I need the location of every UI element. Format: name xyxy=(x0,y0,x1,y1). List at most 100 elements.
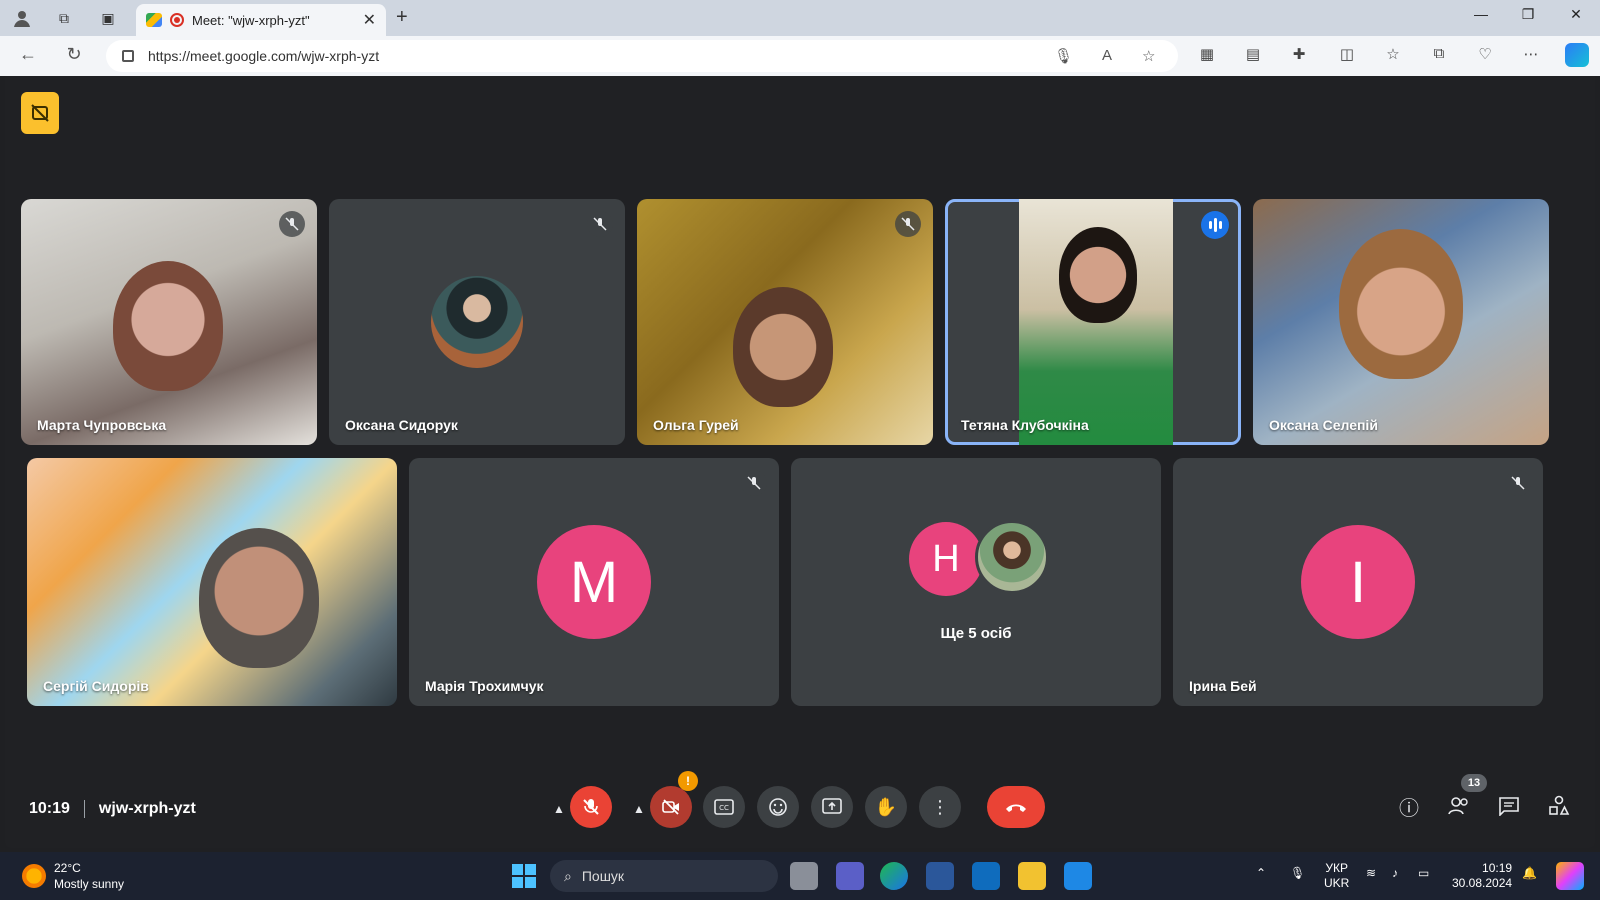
participant-name: Оксана Сидорук xyxy=(345,417,458,433)
profile-icon[interactable] xyxy=(10,6,34,30)
extension-2-icon[interactable]: ▤ xyxy=(1242,45,1264,67)
activities-icon[interactable] xyxy=(1545,792,1573,820)
participant-name: Сергій Сидорів xyxy=(43,678,149,694)
participant-tile[interactable]: Ольга Гурей xyxy=(637,199,933,445)
address-bar[interactable]: https://meet.google.com/wjw-xrph-yzt 🎙 A… xyxy=(106,40,1178,72)
windows-start-icon[interactable] xyxy=(512,864,536,888)
camera-alert-badge: ! xyxy=(678,771,698,791)
language-indicator[interactable]: УКР UKR xyxy=(1324,861,1349,891)
participant-tile[interactable]: М Марія Трохимчук xyxy=(409,458,779,706)
captions-icon: CC xyxy=(714,799,734,815)
participant-tile[interactable]: І Ірина Бей xyxy=(1173,458,1543,706)
leave-call-button[interactable] xyxy=(987,786,1045,828)
split-screen-icon[interactable]: ◫ xyxy=(1336,45,1358,67)
speaking-indicator-icon xyxy=(1201,211,1229,239)
new-tab-button[interactable]: + xyxy=(396,6,408,29)
browser-tab-bar: ⧉ ▣ Meet: "wjw-xrph-yzt" ✕ + — ❐ ✕ xyxy=(0,0,1600,36)
participant-tile[interactable]: Оксана Селепій xyxy=(1253,199,1549,445)
audio-options-chevron-icon[interactable]: ▲ xyxy=(553,802,565,816)
back-icon[interactable]: ← xyxy=(16,44,40,65)
participant-tile[interactable]: Оксана Сидорук xyxy=(329,199,625,445)
windows-taskbar: 22°C Mostly sunny ⌕ Пошук ⌃ 🎙 УКР UKR ≋ … xyxy=(0,852,1600,900)
participant-tile-active-speaker[interactable]: Тетяна Клубочкіна xyxy=(945,199,1241,445)
wifi-icon[interactable]: ≋ xyxy=(1366,866,1376,881)
system-clock[interactable]: 10:19 30.08.2024 xyxy=(1452,861,1512,891)
present-screen-button[interactable] xyxy=(811,786,853,828)
participant-name: Марта Чупровська xyxy=(37,417,167,433)
recording-indicator-icon xyxy=(170,13,184,27)
show-hidden-icons-icon[interactable]: ⌃ xyxy=(1256,866,1266,881)
end-call-icon xyxy=(1006,804,1026,812)
video-options-chevron-icon[interactable]: ▲ xyxy=(633,802,645,816)
browser-essentials-icon[interactable]: ♡ xyxy=(1474,45,1496,67)
read-aloud-icon[interactable]: A xyxy=(1102,47,1112,64)
weather-widget[interactable]: 22°C Mostly sunny xyxy=(22,860,124,892)
close-window-icon[interactable]: ✕ xyxy=(1561,6,1591,23)
store-icon[interactable] xyxy=(1064,862,1092,890)
participant-tile[interactable]: Сергій Сидорів xyxy=(27,458,397,706)
meeting-info: 10:19 wjw-xrph-yzt xyxy=(29,800,196,818)
participant-initial-avatar: І xyxy=(1301,525,1415,639)
notification-bell-icon[interactable]: 🔔 xyxy=(1522,866,1537,881)
task-view-icon[interactable] xyxy=(790,862,818,890)
more-options-button[interactable]: ⋮ xyxy=(919,786,961,828)
edge-browser-icon[interactable] xyxy=(880,862,908,890)
participant-avatar xyxy=(431,276,523,368)
meet-stage: Марта Чупровська Оксана Сидорук Ольга Гу… xyxy=(5,76,1595,848)
participant-initial-avatar: М xyxy=(537,525,651,639)
favorite-star-icon[interactable]: ☆ xyxy=(1142,47,1155,65)
camera-toggle-button[interactable] xyxy=(650,786,692,828)
restore-icon[interactable]: ❐ xyxy=(1513,6,1543,23)
participant-name: Оксана Селепій xyxy=(1269,417,1378,433)
meeting-code: wjw-xrph-yzt xyxy=(98,800,196,817)
present-screen-icon xyxy=(822,798,842,814)
more-participants-tile[interactable]: Н Ще 5 осіб xyxy=(791,458,1161,706)
meeting-time: 10:19 xyxy=(29,800,70,817)
captions-button[interactable]: CC xyxy=(703,786,745,828)
extensions-puzzle-icon[interactable]: ✚ xyxy=(1288,45,1310,67)
extension-icon[interactable]: ▦ xyxy=(1196,45,1218,67)
microphone-off-icon xyxy=(583,799,599,815)
participant-avatar xyxy=(975,520,1049,594)
chat-icon[interactable] xyxy=(1495,792,1523,820)
workspaces-icon[interactable]: ⧉ xyxy=(52,6,76,30)
lock-icon xyxy=(122,50,134,62)
word-icon[interactable] xyxy=(926,862,954,890)
people-icon[interactable] xyxy=(1445,792,1473,820)
camera-off-icon xyxy=(662,799,679,815)
tray-microphone-icon[interactable]: 🎙 xyxy=(1290,866,1305,881)
participant-video xyxy=(733,287,833,407)
vertical-tabs-icon[interactable]: ▣ xyxy=(96,6,120,30)
file-explorer-icon[interactable] xyxy=(1018,862,1046,890)
mail-icon[interactable] xyxy=(972,862,1000,890)
raise-hand-button[interactable]: ✋ xyxy=(865,786,907,828)
more-menu-icon[interactable]: ⋯ xyxy=(1520,45,1542,67)
teams-icon[interactable] xyxy=(836,862,864,890)
clock-time: 10:19 xyxy=(1482,861,1513,875)
muted-mic-icon xyxy=(741,470,767,496)
copilot-taskbar-icon[interactable] xyxy=(1556,862,1584,890)
browser-tab-meet[interactable]: Meet: "wjw-xrph-yzt" ✕ xyxy=(136,4,386,36)
search-icon: ⌕ xyxy=(564,867,572,884)
microphone-toggle-button[interactable] xyxy=(570,786,612,828)
battery-icon[interactable]: ▭ xyxy=(1418,866,1429,881)
no-captions-icon[interactable] xyxy=(21,92,59,134)
reactions-button[interactable] xyxy=(757,786,799,828)
volume-icon[interactable]: ♪ xyxy=(1392,866,1398,881)
close-tab-icon[interactable]: ✕ xyxy=(363,10,376,30)
participant-name: Ірина Бей xyxy=(1189,678,1257,694)
meeting-details-icon[interactable]: ⓘ xyxy=(1395,792,1423,820)
copilot-icon[interactable] xyxy=(1565,43,1589,67)
participant-initial-avatar: Н xyxy=(909,522,983,596)
muted-mic-icon xyxy=(1505,470,1531,496)
tab-title: Meet: "wjw-xrph-yzt" xyxy=(192,12,310,28)
minimize-icon[interactable]: — xyxy=(1466,6,1496,22)
more-vertical-icon: ⋮ xyxy=(931,796,949,817)
refresh-icon[interactable]: ↻ xyxy=(62,44,86,65)
favorites-icon[interactable]: ☆ xyxy=(1382,45,1404,67)
microphone-permission-icon[interactable]: 🎙 xyxy=(1054,47,1073,65)
taskbar-search-input[interactable]: ⌕ Пошук xyxy=(550,860,778,892)
participant-tile[interactable]: Марта Чупровська xyxy=(21,199,317,445)
collections-icon[interactable]: ⧉ xyxy=(1428,45,1450,67)
muted-mic-icon xyxy=(895,211,921,237)
